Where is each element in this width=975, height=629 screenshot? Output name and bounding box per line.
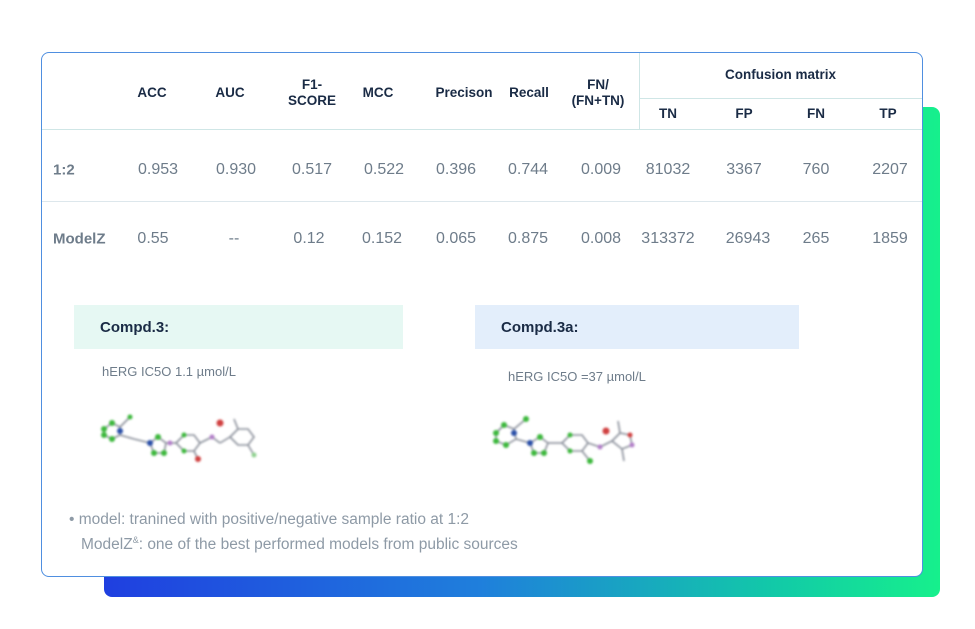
header-f1-score: F1- SCORE: [287, 77, 337, 108]
header-tp: TP: [879, 106, 897, 121]
footnote-modelz: ModelZ&: one of the best performed model…: [81, 535, 518, 554]
cell-tp: 1859: [872, 230, 908, 247]
cell-precision: 0.396: [435, 161, 477, 178]
header-recall: Recall: [509, 85, 549, 100]
footnote-model: • model: tranined with positive/negative…: [69, 511, 470, 528]
cell-fn: 265: [802, 230, 830, 247]
cell-acc: 0.953: [137, 161, 179, 178]
header-fp: FP: [735, 106, 753, 121]
cell-auc: --: [228, 230, 240, 247]
row-label: ModelZ: [53, 230, 106, 248]
header-tn: TN: [659, 106, 677, 121]
cell-fp: 26943: [725, 230, 771, 247]
confusion-matrix-divider: [639, 53, 640, 130]
compound-3a-header: Compd.3a:: [475, 305, 799, 349]
cell-acc: 0.55: [137, 230, 169, 247]
cell-mcc: 0.152: [361, 230, 403, 247]
molecule-structure-icon: [98, 403, 278, 468]
row-divider: [42, 201, 922, 202]
cell-precision: 0.065: [435, 230, 477, 247]
compound-3a-herg: hERG IC5O =37 µmol/L: [508, 369, 646, 384]
molecule-structure-icon: [490, 407, 670, 476]
header-auc: AUC: [215, 85, 245, 100]
header-precision: Precison: [435, 85, 493, 100]
cell-fn-ratio: 0.009: [580, 161, 622, 178]
cell-tn: 81032: [645, 161, 691, 178]
header-confusion-matrix: Confusion matrix: [724, 67, 836, 82]
results-card: ACC AUC F1- SCORE MCC Precison Recall FN…: [41, 52, 923, 577]
cell-recall: 0.744: [507, 161, 549, 178]
header-mcc: MCC: [362, 85, 394, 100]
header-fn-ratio: FN/ (FN+TN): [571, 77, 625, 108]
cell-tp: 2207: [872, 161, 908, 178]
compound-3-herg: hERG IC5O 1.1 µmol/L: [102, 364, 236, 379]
header-acc: ACC: [137, 85, 167, 100]
cell-fp: 3367: [726, 161, 762, 178]
cell-f1: 0.12: [293, 230, 325, 247]
cell-fn: 760: [802, 161, 830, 178]
cell-f1: 0.517: [291, 161, 333, 178]
confusion-matrix-subheader-divider: [639, 98, 922, 99]
cell-auc: 0.930: [215, 161, 257, 178]
header-divider: [42, 129, 922, 130]
row-label: 1:2: [53, 161, 75, 179]
compound-3-header: Compd.3:: [74, 305, 403, 349]
header-fn: FN: [807, 106, 825, 121]
cell-fn-ratio: 0.008: [580, 230, 622, 247]
cell-tn: 313372: [641, 230, 695, 247]
cell-mcc: 0.522: [363, 161, 405, 178]
cell-recall: 0.875: [507, 230, 549, 247]
